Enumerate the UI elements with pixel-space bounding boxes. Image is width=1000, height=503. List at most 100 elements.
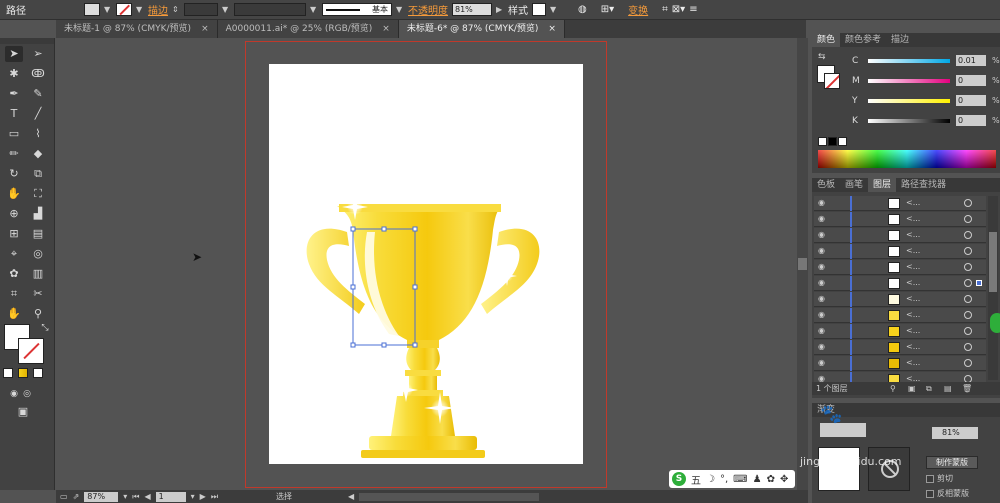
magenta-slider-track[interactable] — [868, 78, 950, 83]
slice-tool-icon[interactable]: ✂ — [29, 286, 47, 302]
chevron-down-icon[interactable]: ▾ — [191, 492, 195, 501]
artboard[interactable] — [269, 64, 583, 464]
graphic-style-swatch[interactable] — [532, 3, 546, 16]
object-thumbnail[interactable] — [818, 447, 860, 491]
type-tool-icon[interactable]: T — [5, 106, 23, 122]
layer-name[interactable]: <... — [906, 358, 920, 367]
scroll-left-icon[interactable]: ◀ — [348, 492, 354, 501]
layer-row[interactable]: ◉ <... — [814, 292, 986, 307]
new-layer-icon[interactable]: ▤ — [944, 382, 952, 395]
artboard-number-field[interactable]: 1 — [155, 491, 186, 502]
perspective-grid-tool-icon[interactable]: ▟ — [29, 206, 47, 222]
layer-name[interactable]: <... — [906, 278, 920, 287]
chevron-down-icon[interactable]: ▼ — [396, 5, 404, 14]
clipping-mask-icon[interactable]: ▣ — [908, 382, 916, 395]
layer-row[interactable]: ◉ <... — [814, 324, 986, 339]
symbol-sprayer-tool-icon[interactable]: ✿ — [5, 266, 23, 282]
scrollbar-thumb[interactable] — [798, 258, 807, 270]
transparency-opacity-field[interactable]: 81% — [932, 427, 978, 439]
punctuation-icon[interactable]: °, — [720, 474, 728, 485]
eye-icon[interactable]: ◉ — [818, 231, 828, 239]
eye-icon[interactable]: ◉ — [818, 263, 828, 271]
eye-icon[interactable]: ◉ — [818, 311, 828, 319]
layer-name[interactable]: <... — [906, 342, 920, 351]
chevron-down-icon[interactable]: ▼ — [222, 5, 230, 14]
eye-icon[interactable]: ◉ — [818, 327, 828, 335]
target-icon[interactable] — [964, 327, 972, 335]
yellow-slider-row[interactable]: Y 0 % — [852, 95, 1000, 106]
tab-stroke[interactable]: 描边 — [886, 33, 914, 47]
tools-icon[interactable]: ✥ — [780, 474, 788, 485]
input-mode-label[interactable]: 五 — [691, 472, 701, 487]
target-icon[interactable] — [964, 295, 972, 303]
black-swatch[interactable] — [828, 137, 837, 146]
pen-tool-icon[interactable]: ✒ — [5, 86, 23, 102]
target-icon[interactable] — [964, 279, 972, 287]
stroke-swatch[interactable] — [116, 3, 132, 16]
curvature-tool-icon[interactable]: ✎ — [29, 86, 47, 102]
canvas-vertical-scrollbar[interactable] — [797, 38, 808, 490]
horizontal-scrollbar[interactable] — [359, 492, 540, 501]
recolor-icon[interactable]: ◍ — [578, 4, 587, 15]
close-icon[interactable]: × — [201, 20, 209, 38]
layer-name[interactable]: <... — [906, 230, 920, 239]
layer-name[interactable]: <... — [906, 294, 920, 303]
layer-name[interactable]: <... — [906, 246, 920, 255]
cyan-slider-row[interactable]: C 0.01 % — [852, 55, 1000, 66]
black-slider-track[interactable] — [868, 118, 950, 123]
gradient-tool-icon[interactable]: ▤ — [29, 226, 47, 242]
target-icon[interactable] — [964, 263, 972, 271]
eye-icon[interactable]: ◉ — [818, 279, 828, 287]
cyan-value-field[interactable]: 0.01 — [956, 55, 986, 66]
layer-name[interactable]: <... — [906, 310, 920, 319]
arrange-icon[interactable]: ⊠▾ — [672, 4, 685, 15]
canvas-area[interactable]: ➤ — [56, 38, 808, 490]
make-mask-button[interactable]: 制作蒙版 — [926, 456, 978, 469]
chevron-right-icon[interactable]: ▶ — [496, 5, 504, 14]
target-icon[interactable] — [964, 199, 972, 207]
tab-document-2[interactable]: A0000011.ai* @ 25% (RGB/预览) × — [217, 20, 399, 38]
scrollbar-thumb[interactable] — [989, 232, 997, 292]
draw-behind-icon[interactable]: ◎ — [18, 386, 36, 402]
tab-document-6[interactable]: 未标题-6* @ 87% (CMYK/预览) × — [398, 20, 565, 38]
locate-object-icon[interactable]: ⚲ — [890, 382, 896, 395]
white-swatch[interactable] — [838, 137, 847, 146]
magenta-value-field[interactable]: 0 — [956, 75, 986, 86]
zoom-field[interactable]: 87% — [84, 491, 119, 502]
panel-grip[interactable] — [0, 38, 54, 44]
none-swatch[interactable] — [818, 137, 827, 146]
target-icon[interactable] — [964, 311, 972, 319]
color-mode-button[interactable] — [3, 368, 13, 378]
yellow-value-field[interactable]: 0 — [956, 95, 986, 106]
pencil-tool-icon[interactable]: ✏ — [5, 146, 23, 162]
target-icon[interactable] — [964, 215, 972, 223]
opacity-field[interactable]: 81% — [452, 3, 492, 16]
tab-color[interactable]: 颜色 — [812, 33, 841, 47]
layer-row[interactable]: ◉ <... — [814, 276, 986, 291]
rotate-tool-icon[interactable]: ↻ — [5, 166, 23, 182]
eye-icon[interactable]: ◉ — [818, 215, 828, 223]
layer-row[interactable]: ◉ <... — [814, 244, 986, 259]
opacity-label[interactable]: 不透明度 — [408, 2, 448, 17]
color-spectrum-bar[interactable] — [818, 150, 996, 168]
eye-icon[interactable]: ◉ — [818, 343, 828, 351]
tab-layers[interactable]: 图层 — [868, 178, 897, 192]
warp-tool-icon[interactable]: ✋ — [5, 186, 23, 202]
tab-document-1[interactable]: 未标题-1 @ 87% (CMYK/预览) × — [56, 20, 218, 38]
brush-stroke-dropdown[interactable]: 基本 — [322, 3, 392, 16]
chevron-down-icon[interactable]: ▼ — [104, 5, 112, 14]
paintbrush-tool-icon[interactable]: ⌇ — [29, 126, 47, 142]
artboard-tool-icon[interactable]: ⌗ — [5, 286, 23, 302]
stroke-label[interactable]: 描边 — [148, 2, 168, 17]
clip-checkbox[interactable]: 剪切 — [926, 473, 953, 484]
export-icon[interactable]: ⇗ — [73, 492, 80, 501]
layers-scrollbar[interactable] — [988, 196, 998, 380]
fill-swatch[interactable] — [84, 3, 100, 16]
eraser-tool-icon[interactable]: ◆ — [29, 146, 47, 162]
rectangle-tool-icon[interactable]: ▭ — [5, 126, 23, 142]
shape-builder-tool-icon[interactable]: ⊕ — [5, 206, 23, 222]
transform-link[interactable]: 变换 — [628, 2, 648, 17]
scale-tool-icon[interactable]: ⧉ — [29, 166, 47, 182]
black-value-field[interactable]: 0 — [956, 115, 986, 126]
layer-row[interactable]: ◉ <... — [814, 356, 986, 371]
